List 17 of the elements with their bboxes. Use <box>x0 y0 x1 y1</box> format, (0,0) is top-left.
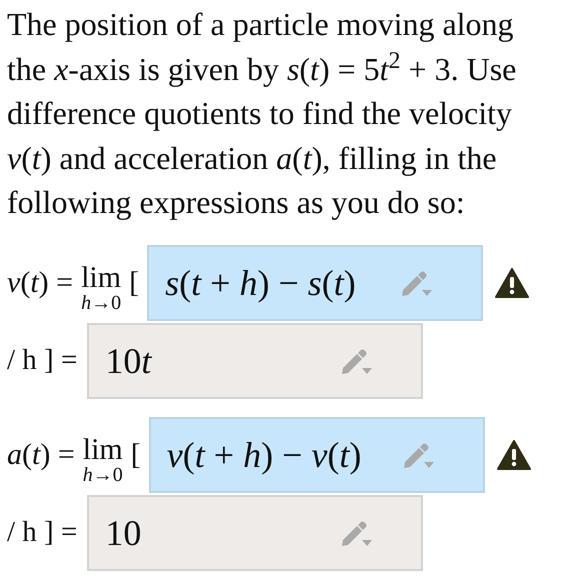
divide-label: / h ] = <box>7 342 78 378</box>
bracket-text: [ <box>130 437 141 473</box>
warning-icon <box>496 440 531 470</box>
bracket-text: [ <box>129 265 140 301</box>
divide-label: / h ] = <box>7 514 78 550</box>
warning-icon <box>495 268 530 298</box>
answer-field[interactable]: s(t + h) − s(t) <box>147 244 484 320</box>
answer-field[interactable]: 10t <box>87 322 424 398</box>
answer-field[interactable]: v(t + h) − v(t) <box>148 416 485 492</box>
formula-label: a(t) = <box>7 437 75 473</box>
answer-field[interactable]: 10 <box>87 494 424 570</box>
limit-subscript: h→0 <box>81 292 122 314</box>
limit-label: lim <box>81 264 122 292</box>
limit-subscript: h→0 <box>82 464 123 486</box>
question-text: The position of a particle moving along the x-axis is given by s(t) = 5t$^{2}$ + 3. Use difference quotients to find the velocity v(t) and acceleration a(t), filling in the following expressions as you do so: <box>7 5 518 222</box>
formula-label: v(t) = <box>7 265 74 301</box>
limit-label: lim <box>82 436 123 464</box>
